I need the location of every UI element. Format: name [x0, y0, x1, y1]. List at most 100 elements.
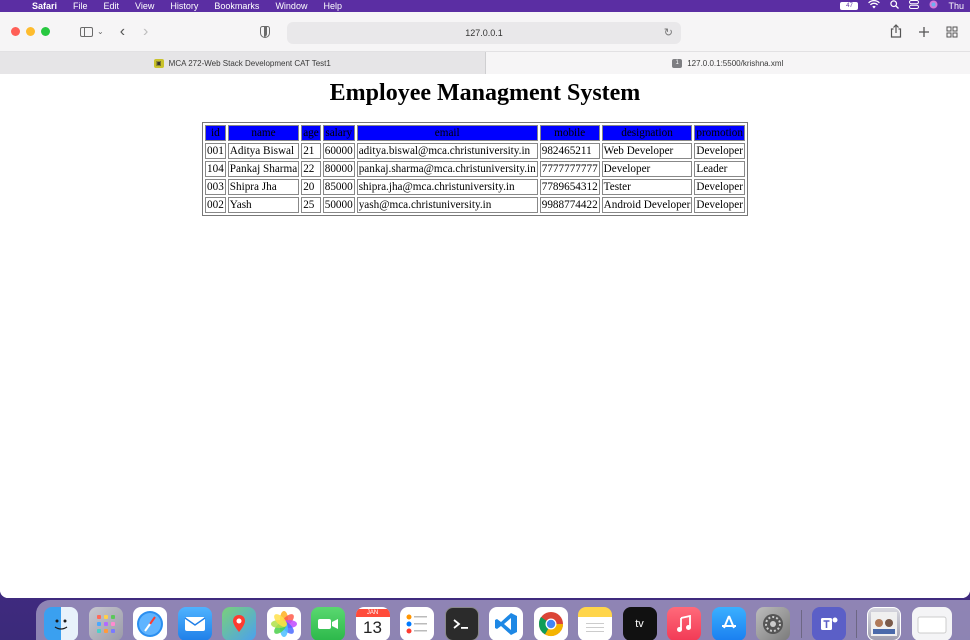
control-center-icon[interactable] — [909, 0, 920, 12]
search-icon[interactable] — [890, 0, 900, 12]
mail-icon[interactable] — [177, 607, 212, 640]
app-store-icon[interactable] — [711, 607, 746, 640]
menu-app-name[interactable]: Safari — [32, 0, 57, 12]
gray-favicon-icon: 1 — [672, 58, 683, 68]
cell-promotion: Developer — [694, 179, 745, 195]
page-content: Employee Managment System id name age sa… — [0, 74, 970, 598]
share-icon[interactable] — [890, 24, 902, 41]
header-mobile: mobile — [539, 125, 600, 141]
cell-salary: 50000 — [322, 197, 355, 213]
downloads-stack-icon[interactable] — [911, 607, 952, 640]
music-icon[interactable] — [667, 607, 701, 640]
forward-button[interactable]: › — [143, 23, 148, 41]
status-area: 47 Thu — [840, 0, 970, 12]
reload-icon[interactable]: ↻ — [664, 26, 673, 39]
new-tab-icon[interactable] — [918, 25, 930, 41]
window-controls — [11, 27, 50, 36]
safari-icon[interactable] — [133, 607, 167, 640]
vscode-icon[interactable] — [489, 607, 523, 640]
header-designation: designation — [601, 125, 693, 141]
cell-name: Pankaj Sharma — [227, 161, 300, 177]
cell-mobile: 7777777777 — [539, 161, 600, 177]
dock-separator — [856, 610, 857, 638]
address-bar[interactable]: 127.0.0.1 ↻ — [287, 22, 681, 44]
table-header-row: id name age salary email mobile designat… — [205, 125, 745, 141]
menu-view[interactable]: View — [135, 0, 154, 12]
cell-designation: Tester — [601, 179, 693, 195]
reminders-icon[interactable] — [400, 607, 434, 640]
tab-overview-icon[interactable] — [946, 25, 958, 41]
privacy-shield-icon[interactable] — [260, 25, 271, 38]
cell-email: yash@mca.christuniversity.in — [356, 197, 538, 213]
cell-mobile: 7789654312 — [539, 179, 600, 195]
dock: JAN 13 tv — [36, 600, 970, 640]
calendar-day: 13 — [363, 618, 382, 637]
header-name: name — [227, 125, 300, 141]
battery-icon[interactable]: 47 — [840, 2, 859, 10]
chevron-down-icon: ⌄ — [97, 27, 104, 36]
cell-salary: 80000 — [322, 161, 355, 177]
header-salary: salary — [322, 125, 355, 141]
menu-help[interactable]: Help — [323, 0, 342, 12]
cell-email: shipra.jha@mca.christuniversity.in — [356, 179, 538, 195]
header-age: age — [301, 125, 321, 141]
cell-name: Yash — [227, 197, 300, 213]
cell-email: pankaj.sharma@mca.christuniversity.in — [356, 161, 538, 177]
cell-promotion: Developer — [694, 143, 745, 159]
table-row: 104 Pankaj Sharma 22 80000 pankaj.sharma… — [205, 161, 745, 177]
minimize-window-button[interactable] — [26, 27, 35, 36]
cell-mobile: 9988774422 — [539, 197, 600, 213]
back-button[interactable]: ‹ — [120, 23, 125, 41]
menu-window[interactable]: Window — [275, 0, 307, 12]
maps-icon[interactable] — [222, 607, 256, 640]
table-row: 003 Shipra Jha 20 85000 shipra.jha@mca.c… — [205, 179, 745, 195]
cell-id: 002 — [205, 197, 226, 213]
terminal-icon[interactable] — [444, 607, 479, 640]
facetime-icon[interactable] — [311, 607, 345, 640]
cell-id: 001 — [205, 143, 226, 159]
tab-title: MCA 272-Web Stack Development CAT Test1 — [168, 58, 331, 68]
cell-name: Shipra Jha — [227, 179, 300, 195]
cell-salary: 60000 — [322, 143, 355, 159]
chrome-icon[interactable] — [533, 607, 568, 640]
tab-krishna-xml[interactable]: 1 127.0.0.1:5500/krishna.xml — [485, 52, 970, 74]
calendar-icon[interactable]: JAN 13 — [355, 607, 390, 640]
menu-edit[interactable]: Edit — [104, 0, 120, 12]
cell-promotion: Leader — [694, 161, 745, 177]
header-email: email — [356, 125, 538, 141]
sidebar-toggle-button[interactable]: ⌄ — [80, 26, 104, 37]
menu-history[interactable]: History — [170, 0, 198, 12]
menu-bookmarks[interactable]: Bookmarks — [214, 0, 259, 12]
launchpad-icon[interactable] — [88, 607, 123, 640]
cell-age: 20 — [301, 179, 321, 195]
notes-icon[interactable] — [578, 607, 612, 640]
system-preferences-icon[interactable] — [756, 607, 790, 640]
recent-window-thumbnail[interactable] — [867, 607, 901, 640]
cell-id: 104 — [205, 161, 226, 177]
tab-cat-test[interactable]: ▣ MCA 272-Web Stack Development CAT Test… — [0, 52, 486, 74]
cell-age: 22 — [301, 161, 321, 177]
cell-designation: Developer — [601, 161, 693, 177]
apple-tv-icon[interactable]: tv — [622, 607, 657, 640]
cell-designation: Android Developer — [601, 197, 693, 213]
menu-clock[interactable]: Thu — [948, 0, 964, 12]
cell-age: 21 — [301, 143, 321, 159]
address-text: 127.0.0.1 — [465, 28, 503, 38]
yellow-favicon-icon: ▣ — [153, 58, 164, 68]
menu-file[interactable]: File — [73, 0, 88, 12]
close-window-button[interactable] — [11, 27, 20, 36]
table-row: 001 Aditya Biswal 21 60000 aditya.biswal… — [205, 143, 745, 159]
calendar-month: JAN — [355, 609, 390, 617]
cell-name: Aditya Biswal — [227, 143, 300, 159]
finder-icon[interactable] — [44, 607, 78, 640]
zoom-window-button[interactable] — [41, 27, 50, 36]
cell-designation: Web Developer — [601, 143, 693, 159]
photos-icon[interactable] — [266, 607, 301, 640]
apple-tv-label: tv — [635, 618, 644, 630]
siri-icon[interactable] — [929, 0, 938, 12]
wifi-icon[interactable] — [868, 0, 881, 12]
header-promotion: promotion — [694, 125, 745, 141]
dock-separator — [800, 610, 802, 638]
teams-icon[interactable] — [811, 607, 846, 640]
employee-table: id name age salary email mobile designat… — [202, 122, 748, 216]
